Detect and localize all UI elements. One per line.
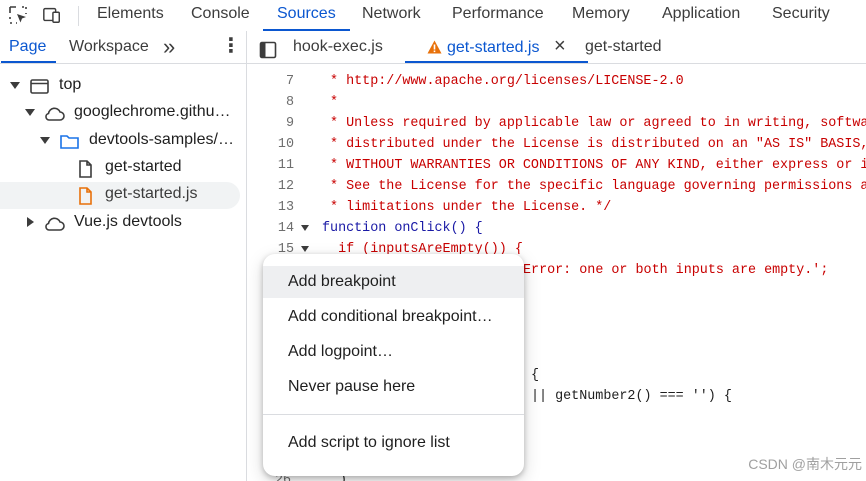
tree-item-label: devtools-samples/… — [89, 131, 234, 148]
navigator-tabs: Page Workspace » ⋮ — [0, 31, 246, 64]
tree-item-vue-devtools[interactable]: Vue.js devtools — [0, 210, 246, 237]
line-number[interactable]: 12 — [247, 179, 294, 194]
more-tabs-button[interactable]: » — [163, 31, 175, 63]
close-tab-icon[interactable]: × — [554, 35, 566, 57]
tab-performance[interactable]: Performance — [452, 0, 544, 31]
tree-item-domain[interactable]: googlechrome.githu… — [0, 100, 246, 127]
menu-divider — [263, 414, 524, 415]
code-text: if (inputsAreEmpty()) { — [322, 242, 523, 254]
editor-tab-get-started-js[interactable]: get-started.js × — [405, 31, 588, 63]
editor-tab-get-started[interactable]: get-started — [585, 31, 661, 63]
tree-item-top[interactable]: top — [0, 73, 246, 100]
tree-item-get-started[interactable]: get-started — [0, 155, 246, 182]
tab-security[interactable]: Security — [772, 0, 830, 31]
tree-item-label: get-started — [105, 158, 182, 175]
menu-item-label: Never pause here — [288, 378, 416, 395]
add-breakpoint-item[interactable]: Add breakpoint — [263, 266, 524, 298]
inspect-element-icon[interactable] — [8, 5, 28, 25]
menu-item-label: Add conditional breakpoint… — [288, 308, 493, 325]
tab-memory[interactable]: Memory — [572, 0, 630, 31]
code-text: * http://www.apache.org/licenses/LICENSE… — [322, 74, 684, 89]
tab-page[interactable]: Page — [0, 31, 57, 63]
line-number[interactable]: 15 — [247, 242, 294, 254]
code-text: * See the License for the specific langu… — [322, 179, 866, 194]
toggle-navigator-icon[interactable] — [259, 39, 277, 59]
code-text: * Unless required by applicable law or a… — [322, 116, 866, 131]
tree-item-label: top — [59, 76, 82, 93]
tab-network[interactable]: Network — [362, 0, 421, 31]
menu-item-label: Add script to ignore list — [288, 434, 450, 451]
active-tab-indicator — [405, 61, 588, 63]
editor-tab-hook-exec[interactable]: hook-exec.js — [293, 31, 383, 63]
code-text: * limitations under the License. */ — [322, 200, 612, 215]
tree-item-label: Vue.js devtools — [74, 213, 182, 230]
fold-arrow-icon[interactable] — [301, 246, 309, 252]
code-text: * distributed under the License is distr… — [322, 137, 866, 152]
cloud-icon — [43, 214, 65, 234]
tree-item-get-started-js[interactable]: get-started.js — [0, 182, 240, 209]
watermark: CSDN @南木元元 — [748, 456, 862, 472]
code-line[interactable]: 9 * Unless required by applicable law or… — [247, 114, 866, 135]
line-context-menu: Add breakpoint Add conditional breakpoin… — [263, 254, 524, 476]
code-text: { — [531, 368, 540, 383]
expanded-arrow-icon — [40, 137, 50, 144]
editor-tabs: hook-exec.js get-started.js × get-starte… — [247, 31, 866, 64]
editor-tab-label: get-started.js — [447, 39, 540, 56]
tree-item-label: googlechrome.githu… — [74, 103, 231, 120]
device-toolbar-icon[interactable] — [42, 5, 62, 25]
add-logpoint-item[interactable]: Add logpoint… — [263, 336, 524, 368]
line-number[interactable]: 13 — [247, 200, 294, 215]
code-line[interactable]: 12 * See the License for the specific la… — [247, 177, 866, 198]
tab-sources[interactable]: Sources — [263, 0, 350, 31]
line-number[interactable]: 11 — [247, 158, 294, 173]
fold-arrow-icon[interactable] — [301, 225, 309, 231]
line-number[interactable]: 10 — [247, 137, 294, 152]
menu-item-label: Add logpoint… — [288, 343, 393, 360]
code-text: || getNumber2() === '') { — [531, 389, 732, 404]
expanded-arrow-icon — [25, 109, 35, 116]
navigator-panel: Page Workspace » ⋮ top googlechrome.gith… — [0, 31, 246, 481]
folder-icon — [59, 132, 81, 152]
line-number[interactable]: 14 — [247, 221, 294, 236]
line-number[interactable]: 9 — [247, 116, 294, 131]
never-pause-here-item[interactable]: Never pause here — [263, 371, 524, 403]
tab-elements[interactable]: Elements — [97, 0, 164, 31]
expanded-arrow-icon — [10, 82, 20, 89]
code-text: Error: one or both inputs are empty.'; — [523, 263, 829, 278]
code-text: function onClick() { — [322, 221, 483, 236]
tree-item-folder[interactable]: devtools-samples/… — [0, 128, 246, 155]
line-number[interactable]: 8 — [247, 95, 294, 110]
code-line[interactable]: 15 if (inputsAreEmpty()) { — [247, 240, 866, 254]
tab-application[interactable]: Application — [662, 0, 740, 31]
code-text: * — [322, 95, 339, 110]
code-line[interactable]: 13 * limitations under the License. */ — [247, 198, 866, 219]
line-number[interactable]: 7 — [247, 74, 294, 89]
document-icon — [75, 159, 97, 179]
code-line[interactable]: 7 * http://www.apache.org/licenses/LICEN… — [247, 72, 866, 93]
devtools-toolbar: Elements Console Sources Network Perform… — [0, 0, 866, 32]
code-line[interactable]: 14 function onClick() { — [247, 219, 866, 240]
code-line[interactable]: 8 * — [247, 93, 866, 114]
cloud-icon — [43, 104, 65, 124]
toolbar-divider — [78, 6, 79, 26]
script-file-icon — [75, 186, 97, 206]
add-conditional-breakpoint-item[interactable]: Add conditional breakpoint… — [263, 301, 524, 333]
tab-console[interactable]: Console — [191, 0, 250, 31]
editor-tab-label: get-started — [585, 38, 662, 55]
code-line[interactable]: 10 * distributed under the License is di… — [247, 135, 866, 156]
frame-icon — [29, 77, 51, 97]
navigator-menu-button[interactable]: ⋮ — [221, 31, 241, 63]
editor-tab-label: hook-exec.js — [293, 38, 383, 55]
code-line[interactable]: 11 * WITHOUT WARRANTIES OR CONDITIONS OF… — [247, 156, 866, 177]
code-text: * WITHOUT WARRANTIES OR CONDITIONS OF AN… — [322, 158, 866, 173]
tree-item-label: get-started.js — [105, 185, 198, 202]
menu-item-label: Add breakpoint — [288, 273, 396, 290]
collapsed-arrow-icon — [27, 217, 34, 227]
tab-workspace[interactable]: Workspace — [69, 31, 149, 63]
add-script-to-ignore-list-item[interactable]: Add script to ignore list — [263, 427, 524, 459]
